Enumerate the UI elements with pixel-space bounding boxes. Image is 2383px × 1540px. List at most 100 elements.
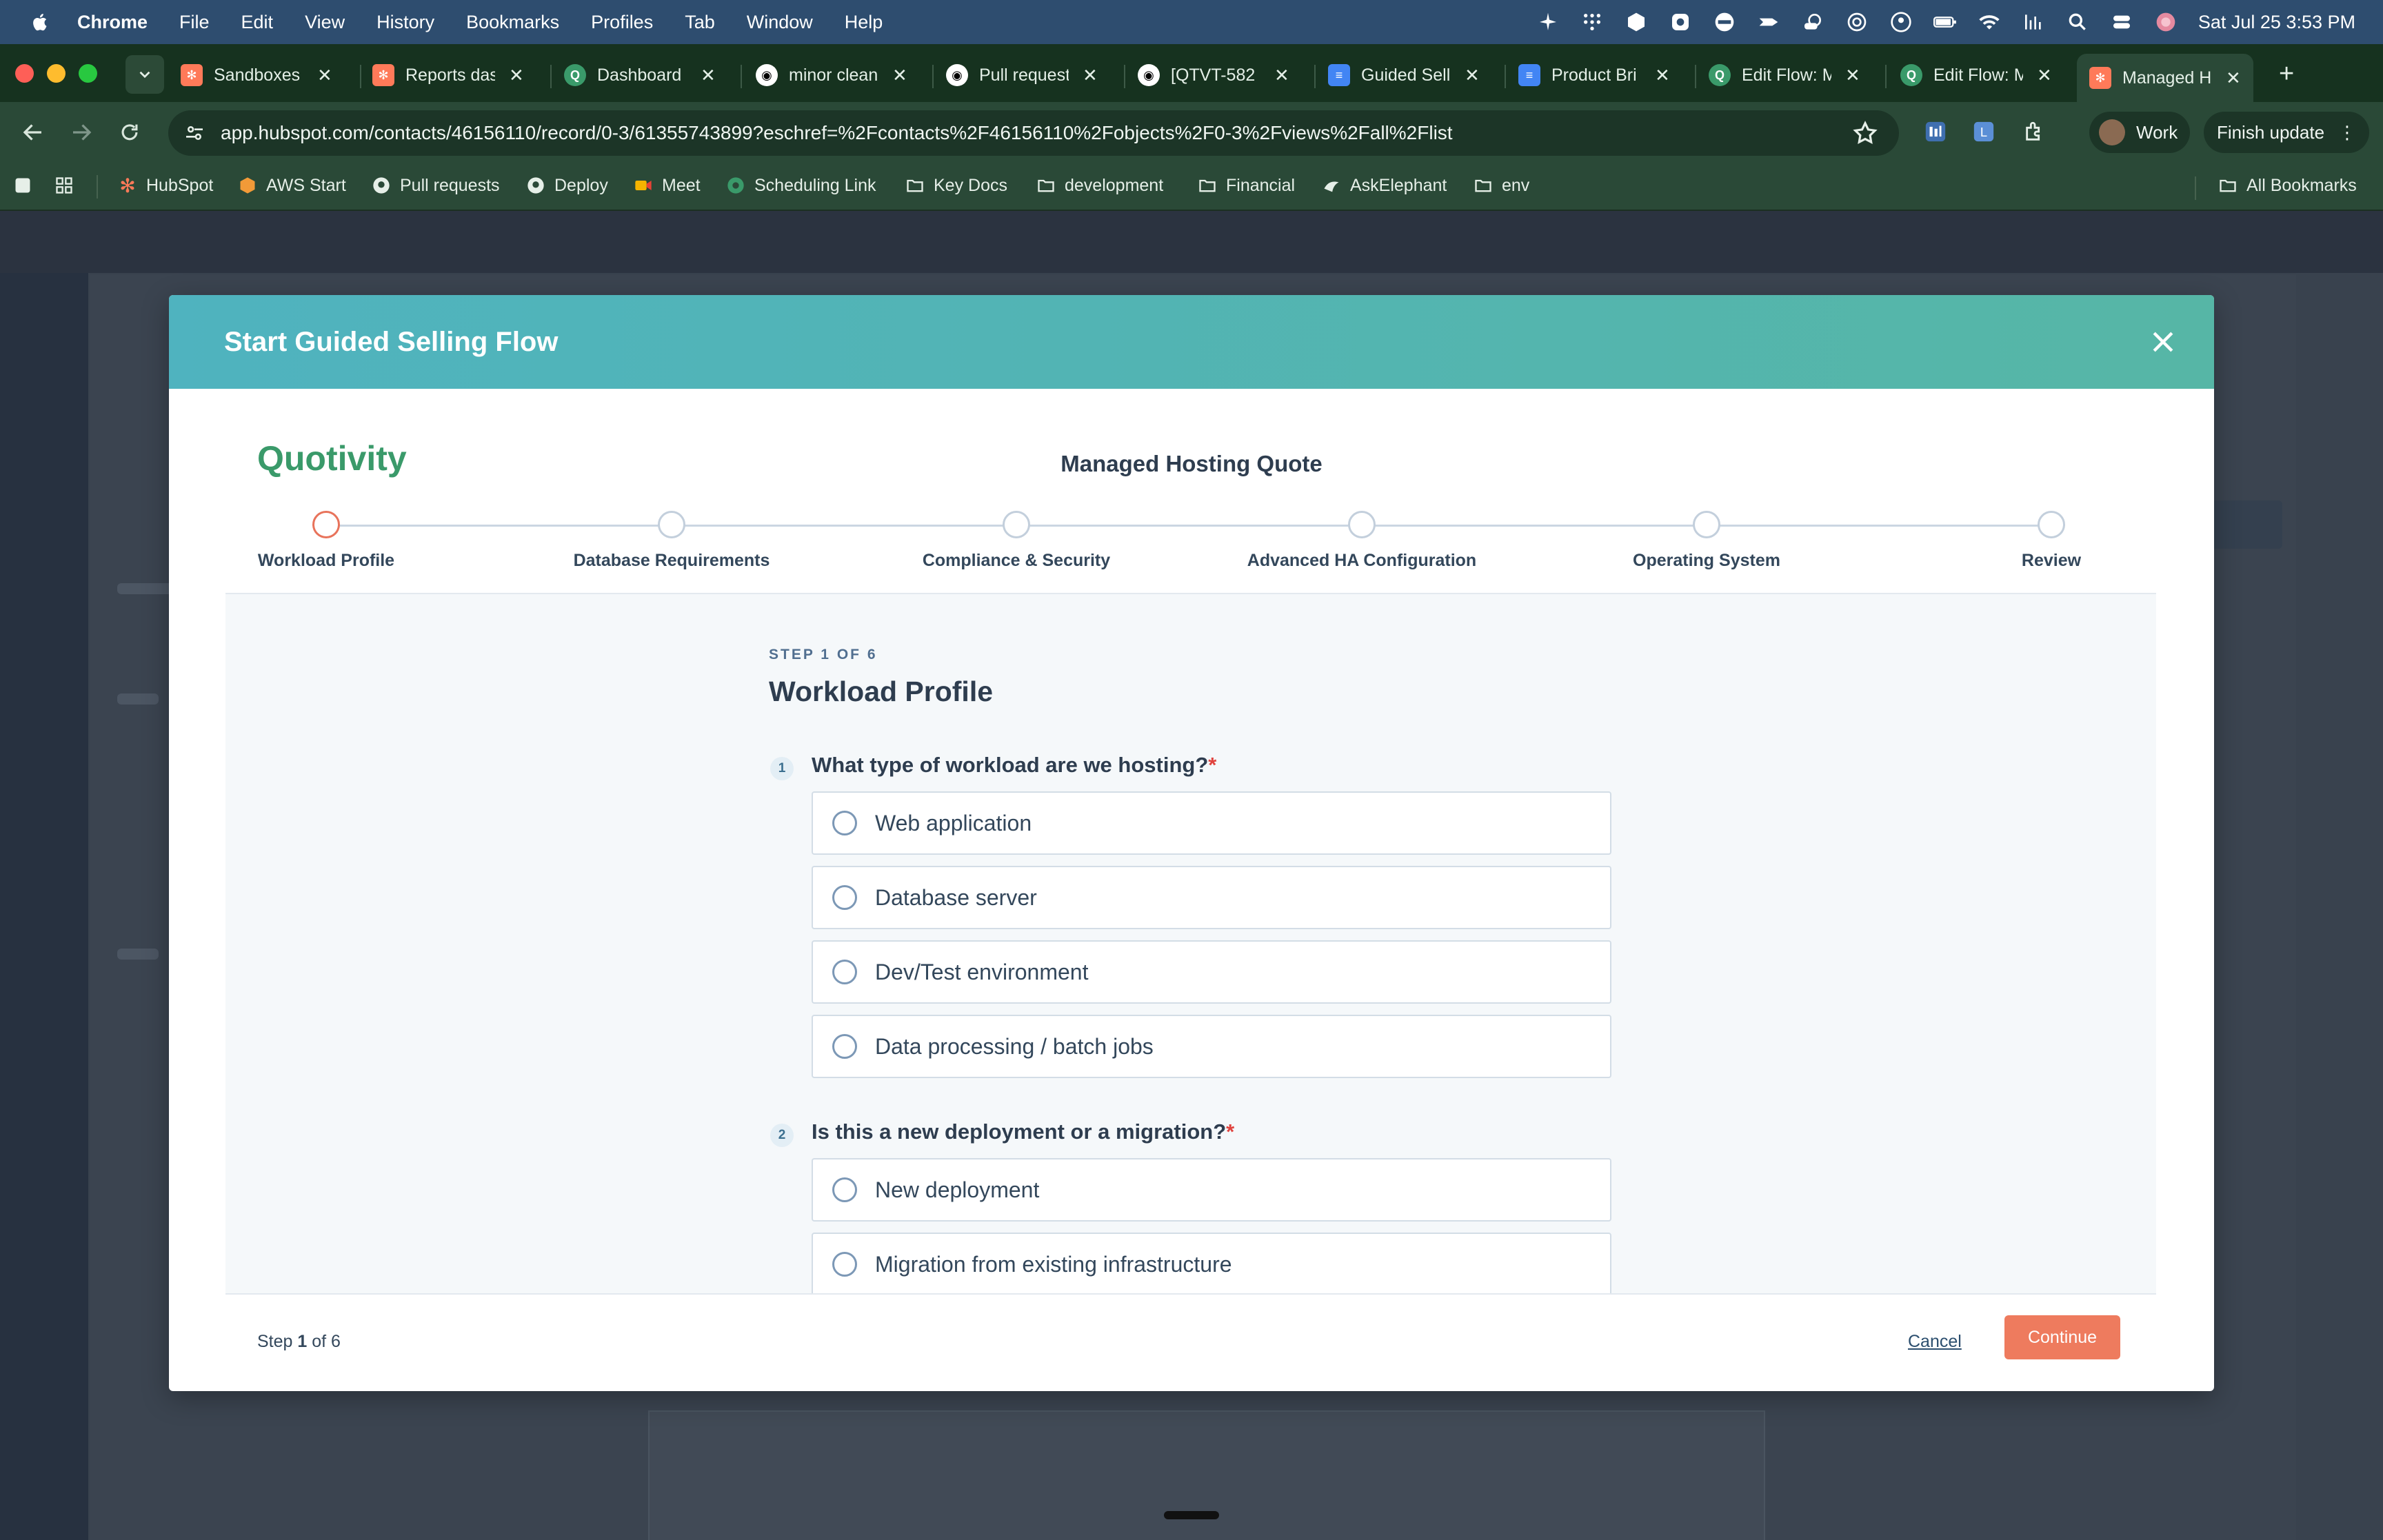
menu-edit[interactable]: Edit [241,12,274,33]
bookmark-env[interactable]: env [1473,175,1529,196]
bookmark-key-docs[interactable]: Key Docs [905,175,1007,196]
close-icon[interactable]: ✕ [2226,68,2241,89]
step-database-requirements[interactable]: Database Requirements [534,505,810,571]
bookmark-hubspot[interactable]: ✻ HubSpot [117,175,213,196]
cube-icon[interactable] [1625,10,1648,34]
step-advanced-ha[interactable]: Advanced HA Configuration [1224,505,1500,571]
back-arrow-icon[interactable] [18,117,48,148]
search-icon[interactable] [2066,10,2089,34]
clock[interactable]: Sat Jul 25 3:53 PM [2198,12,2355,33]
menu-history[interactable]: History [376,12,434,33]
menu-file[interactable]: File [179,12,210,33]
tab-pull-request[interactable]: ◉ Pull request ✕ [946,54,1098,97]
stats-icon[interactable] [2022,10,2045,34]
apple-icon[interactable] [25,6,57,38]
menu-chrome[interactable]: Chrome [77,12,148,33]
step-review[interactable]: Review [1913,505,2189,571]
menu-view[interactable]: View [305,12,345,33]
bookmark-scheduling-link[interactable]: Scheduling Link [725,175,876,196]
close-icon[interactable]: ✕ [1465,65,1480,86]
user-circle-icon[interactable] [1889,10,1913,34]
forward-arrow-icon[interactable] [66,117,97,148]
menu-profiles[interactable]: Profiles [591,12,653,33]
close-window-button[interactable] [15,64,34,83]
flag-icon[interactable] [1757,10,1780,34]
bookmark-pull-requests[interactable]: Pull requests [371,175,500,196]
option-database-server[interactable]: Database server [812,866,1611,929]
step-compliance-security[interactable]: Compliance & Security [878,505,1154,571]
bookmark-meet[interactable]: Meet [633,175,701,196]
address-bar[interactable]: app.hubspot.com/contacts/46156110/record… [168,110,1899,156]
profile-button[interactable]: Work [2089,112,2190,153]
bookmark-star-icon[interactable] [1852,120,1878,146]
extension-bars-icon[interactable] [1918,114,1953,149]
tab-reports[interactable]: ✻ Reports das ✕ [372,54,524,97]
site-settings-icon[interactable] [181,119,208,147]
finish-update-button[interactable]: Finish update ⋮ [2204,112,2369,153]
reload-icon[interactable] [114,117,145,148]
radio-button[interactable] [832,1252,857,1277]
tab-dashboard[interactable]: Q Dashboard ✕ [564,54,716,97]
radio-button[interactable] [832,1034,857,1059]
option-new-deployment[interactable]: New deployment [812,1158,1611,1222]
url-text[interactable]: app.hubspot.com/contacts/46156110/record… [221,122,1453,144]
gear-badge-icon[interactable] [1669,10,1692,34]
apps-grid-icon[interactable] [54,175,83,196]
wifi-icon[interactable] [1978,10,2001,34]
close-icon[interactable]: ✕ [1083,65,1098,86]
all-bookmarks-button[interactable]: All Bookmarks [2218,175,2357,196]
menu-help[interactable]: Help [845,12,883,33]
menu-window[interactable]: Window [747,12,813,33]
bookmark-development[interactable]: development [1036,175,1163,196]
weather-icon[interactable] [1801,10,1824,34]
tab-sandboxes[interactable]: ✻ Sandboxes ✕ [181,54,332,97]
tab-managed-hosting[interactable]: ✻ Managed H ✕ [2077,54,2253,102]
tab-edit-flow-2[interactable]: Q Edit Flow: M ✕ [1900,54,2052,97]
tab-edit-flow-1[interactable]: Q Edit Flow: M ✕ [1709,54,1860,97]
zoom-window-button[interactable] [79,64,97,83]
radio-button[interactable] [832,811,857,835]
close-icon[interactable]: ✕ [1845,65,1860,86]
menu-tab[interactable]: Tab [685,12,715,33]
sparkle-icon[interactable] [1536,10,1560,34]
tab-search-button[interactable] [125,55,164,94]
step-operating-system[interactable]: Operating System [1569,505,1844,571]
window-icon[interactable] [1713,10,1736,34]
bookmark-aws-start[interactable]: AWS Start [237,175,346,196]
extensions-puzzle-icon[interactable] [2018,114,2052,149]
option-migration[interactable]: Migration from existing infrastructure [812,1233,1611,1293]
bookmark-deploy[interactable]: Deploy [525,175,608,196]
sidebar-toggle-icon[interactable] [12,175,41,196]
radio-button[interactable] [832,960,857,984]
close-icon[interactable]: ✕ [2037,65,2052,86]
extension-l-icon[interactable]: L [1967,114,2001,149]
battery-icon[interactable] [1933,10,1957,34]
radio-button[interactable] [832,1177,857,1202]
close-icon[interactable]: ✕ [701,65,716,86]
minimize-window-button[interactable] [47,64,66,83]
siri-icon[interactable] [2154,10,2178,34]
step-workload-profile[interactable]: Workload Profile [188,505,464,571]
openai-icon[interactable] [1845,10,1869,34]
control-center-icon[interactable] [2110,10,2133,34]
tab-minor-clean[interactable]: ◉ minor clean ✕ [756,54,907,97]
close-icon[interactable]: ✕ [1655,65,1670,86]
option-dev-test[interactable]: Dev/Test environment [812,940,1611,1004]
new-tab-button[interactable]: + [2279,59,2294,89]
cancel-button[interactable]: Cancel [1908,1332,1962,1352]
continue-button[interactable]: Continue [2004,1315,2120,1359]
menu-bookmarks[interactable]: Bookmarks [466,12,559,33]
tab-guided-selling[interactable]: ≡ Guided Selli ✕ [1328,54,1480,97]
tab-product-brief[interactable]: ≡ Product Bri ✕ [1518,54,1670,97]
option-data-processing[interactable]: Data processing / batch jobs [812,1015,1611,1078]
radio-button[interactable] [832,885,857,910]
grid-dots-icon[interactable] [1580,10,1604,34]
close-icon[interactable]: ✕ [1274,65,1289,86]
tab-qtvt[interactable]: ◉ [QTVT-582 ✕ [1138,54,1289,97]
close-icon[interactable]: ✕ [892,65,907,86]
bookmark-financial[interactable]: Financial [1197,175,1295,196]
bookmark-askelephant[interactable]: AskElephant [1321,175,1447,196]
option-web-application[interactable]: Web application [812,791,1611,855]
close-icon[interactable]: ✕ [317,65,332,86]
close-icon[interactable] [2148,327,2178,357]
